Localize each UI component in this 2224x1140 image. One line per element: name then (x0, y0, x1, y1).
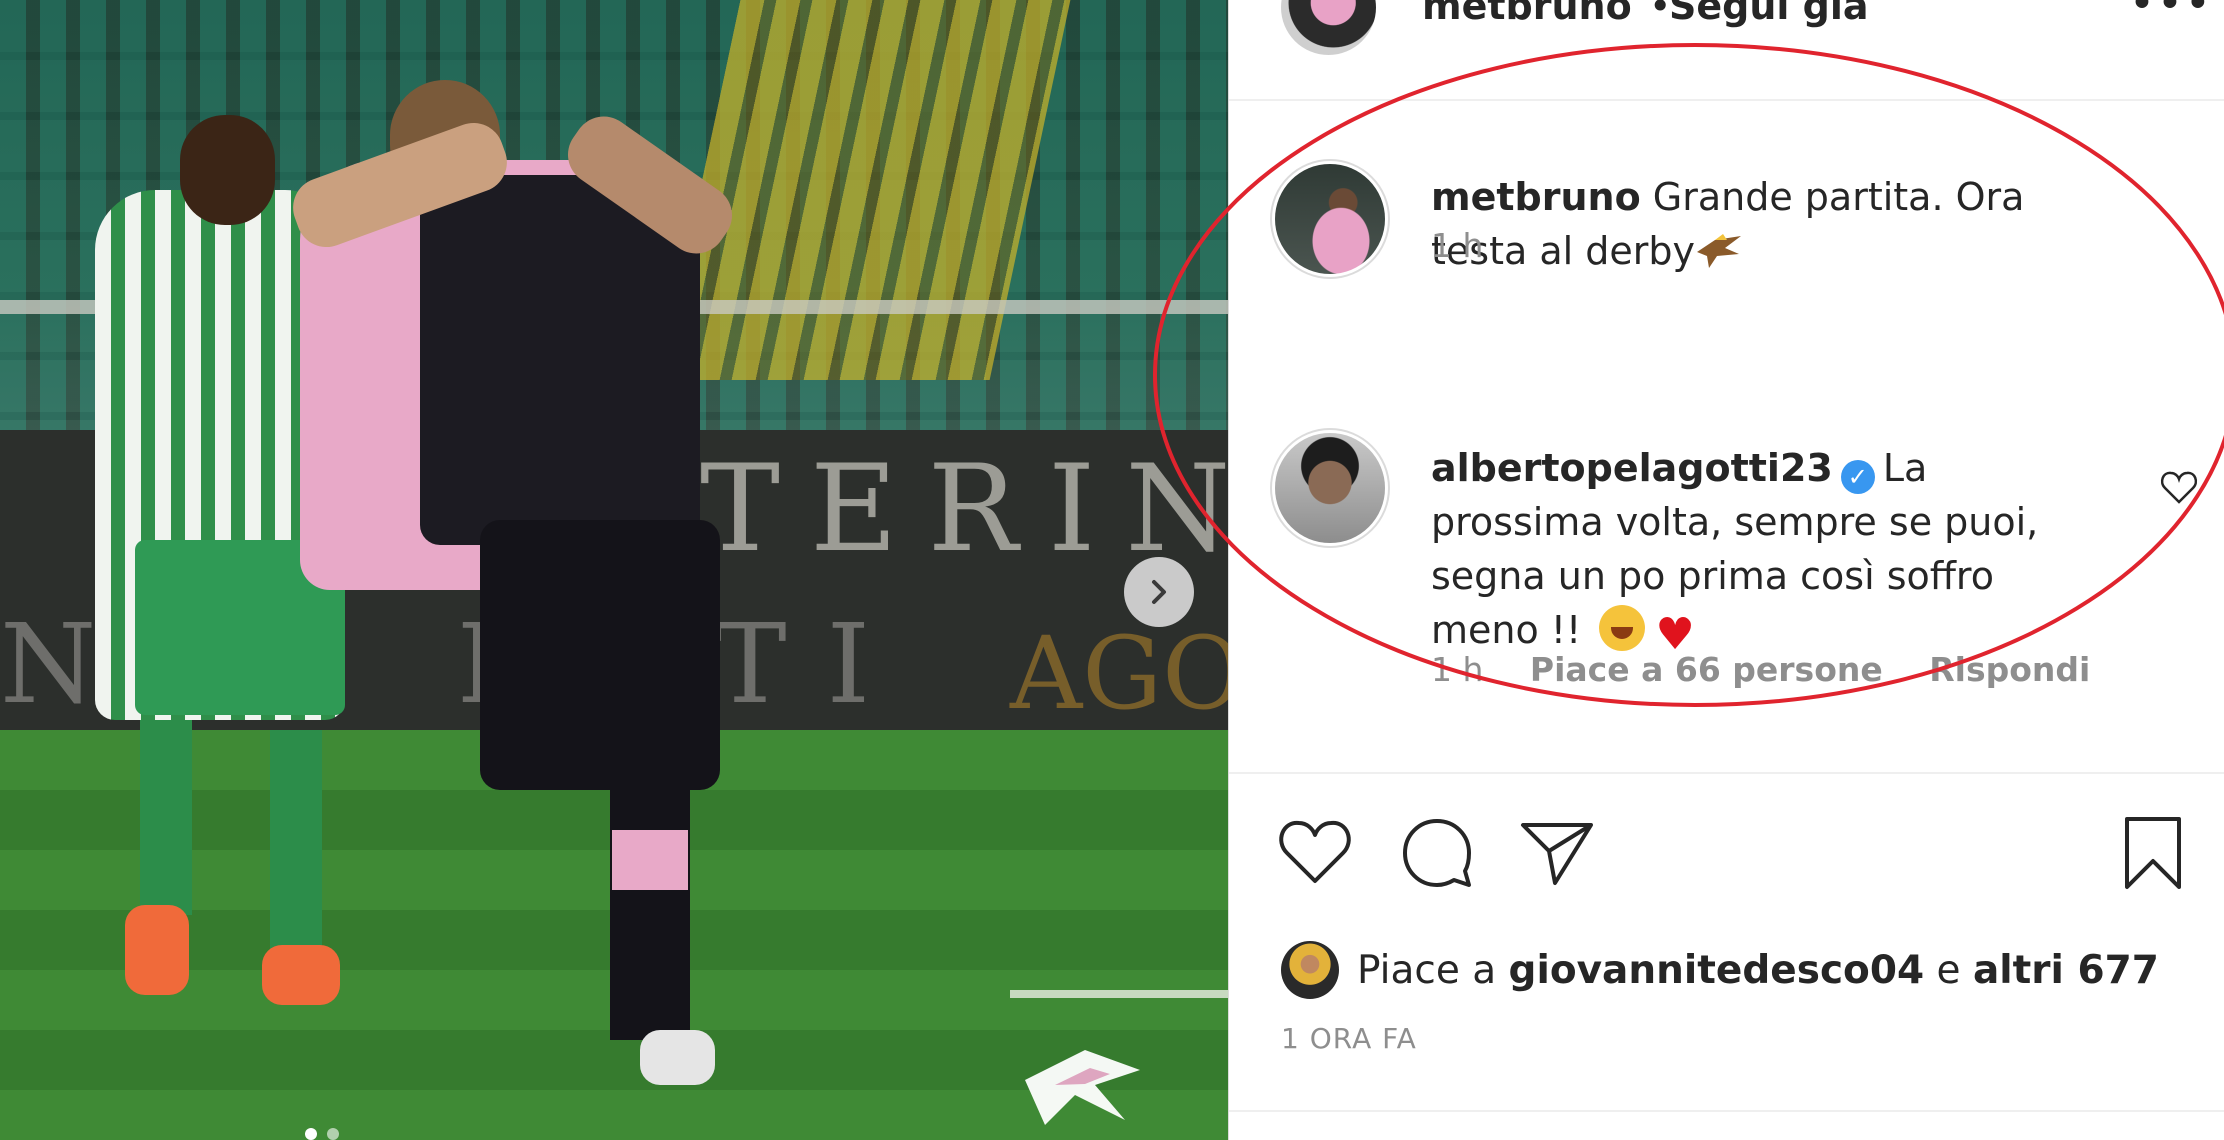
carousel-dot[interactable] (327, 1128, 339, 1140)
comment-like-heart-icon[interactable] (2159, 468, 2199, 508)
post-photo[interactable]: TERIN NSO ENTI AGOR (0, 0, 1228, 1140)
liker-avatar[interactable] (1281, 941, 1339, 999)
chevron-right-icon (1152, 580, 1166, 604)
likes-summary: Piace a giovannitedesco04 e altri 677 (1281, 940, 2159, 1000)
player-leg (610, 780, 690, 1040)
ad-board-text: AGOR (1010, 615, 1228, 732)
likes-text: Piace a giovannitedesco04 e altri 677 (1357, 948, 2159, 993)
eagle-emoji-icon (1697, 234, 1741, 268)
comment-likes-link[interactable]: Piace a 66 persone (1530, 650, 1883, 689)
comment-meta: 1 h Piace a 66 persone Rispondi (1431, 650, 2126, 689)
likes-others-link[interactable]: altri 677 (1973, 948, 2159, 993)
player-sock (612, 830, 688, 890)
carousel-dots (305, 1128, 339, 1140)
player-leg (140, 715, 192, 915)
carousel-dot-active[interactable] (305, 1128, 317, 1140)
likes-prefix: Piace a (1357, 947, 1497, 993)
caption-meta: 1 h (1431, 226, 1519, 265)
comment-time: 1 h (1431, 226, 1484, 265)
post-header: metbruno • Segui già ••• (1229, 0, 2224, 101)
comment: albertopelagotti23 ✓ La prossima volta, se… (1431, 441, 2111, 662)
more-options-icon[interactable]: ••• (2129, 0, 2213, 29)
comment-avatar[interactable] (1275, 164, 1385, 274)
caption-comment: metbruno Grande partita. Ora testa al de… (1431, 170, 2111, 278)
reply-button[interactable]: Rispondi (1929, 650, 2090, 689)
divider (1229, 1110, 2224, 1112)
comment-avatar[interactable] (1275, 433, 1385, 543)
bookmark-icon[interactable] (2115, 815, 2191, 891)
player-head (180, 115, 275, 225)
liker-username[interactable]: giovannitedesco04 (1509, 948, 1925, 993)
follow-status-button[interactable]: Segui già (1669, 0, 1869, 28)
verified-badge-icon: ✓ (1840, 460, 1875, 494)
pitch-line (1010, 990, 1228, 998)
post-side-panel: metbruno • Segui già ••• metbruno Grande… (1228, 0, 2224, 1140)
likes-connector: e (1936, 947, 1961, 993)
share-paper-plane-icon[interactable] (1519, 815, 1595, 891)
player-shorts (480, 520, 720, 790)
author-username[interactable]: metbruno (1422, 0, 1632, 28)
comment-time: 1 h (1431, 650, 1484, 689)
player-shoe (125, 905, 189, 995)
carousel-next-button[interactable] (1124, 557, 1194, 627)
comment-username[interactable]: albertopelagotti23 (1431, 446, 1833, 490)
comment-username[interactable]: metbruno (1431, 175, 1641, 219)
laughing-emoji-icon (1599, 605, 1646, 651)
author-avatar[interactable] (1281, 0, 1376, 55)
comment-bubble-icon[interactable] (1399, 815, 1475, 891)
player-shoe (262, 945, 340, 1005)
player-shoe (640, 1030, 715, 1085)
post-timestamp: 1 ORA FA (1281, 1022, 1417, 1055)
divider (1229, 772, 2224, 774)
player-leg (270, 730, 322, 950)
like-heart-icon[interactable] (1277, 815, 1353, 891)
club-eagle-logo-icon (1015, 1040, 1150, 1130)
